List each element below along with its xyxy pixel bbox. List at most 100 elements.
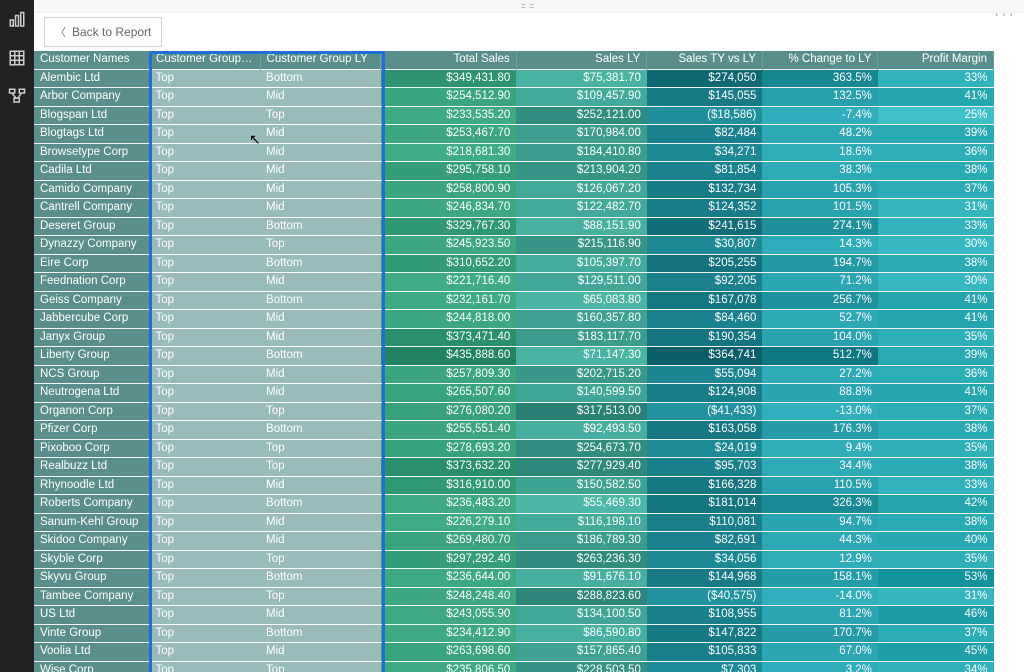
canvas-grab-handle[interactable]: == (34, 0, 1024, 13)
table-row[interactable]: Blogspan LtdTopTop$233,535.20$252,121.00… (34, 106, 994, 125)
col-header[interactable]: Sales TY vs LY (647, 51, 763, 69)
cell: 105.3% (762, 180, 878, 199)
cell: Tambee Company (34, 587, 150, 606)
cell: $184,410.80 (516, 143, 647, 162)
col-header[interactable]: Sales LY (516, 51, 647, 69)
cell: 132.5% (762, 88, 878, 107)
cell: 363.5% (762, 69, 878, 88)
cell: Top (150, 199, 261, 218)
cell: Top (150, 143, 261, 162)
table-row[interactable]: Tambee CompanyTopTop$248,248.40$288,823.… (34, 587, 994, 606)
data-view-icon[interactable] (5, 46, 29, 70)
table-row[interactable]: Cadila LtdTopMid$295,758.10$213,904.20$8… (34, 162, 994, 181)
table-row[interactable]: Skidoo CompanyTopMid$269,480.70$186,789.… (34, 532, 994, 551)
table-row[interactable]: NCS GroupTopMid$257,809.30$202,715.20$55… (34, 365, 994, 384)
table-row[interactable]: Janyx GroupTopMid$373,471.40$183,117.70$… (34, 328, 994, 347)
cell: $122,482.70 (516, 199, 647, 218)
table-row[interactable]: Feednation CorpTopMid$221,716.40$129,511… (34, 273, 994, 292)
cell: 88.8% (762, 384, 878, 403)
cell: Mid (260, 273, 381, 292)
report-view-icon[interactable] (5, 8, 29, 32)
cell: 35% (878, 550, 994, 569)
cell: Neutrogena Ltd (34, 384, 150, 403)
cell: $241,615 (647, 217, 763, 236)
cell: Bottom (260, 421, 381, 440)
cell: $95,703 (647, 458, 763, 477)
cell: 31% (878, 199, 994, 218)
cell: 39% (878, 347, 994, 366)
cell: $277,929.40 (516, 458, 647, 477)
visual-more-options-icon[interactable]: ··· (994, 6, 1016, 24)
col-header[interactable]: Customer Group TY (150, 51, 261, 69)
table-row[interactable]: Blogtags LtdTopMid$253,467.70$170,984.00… (34, 125, 994, 144)
cell: 38% (878, 421, 994, 440)
cell: Top (150, 217, 261, 236)
table-row[interactable]: Geiss CompanyTopBottom$232,161.70$65,083… (34, 291, 994, 310)
cell: -13.0% (762, 402, 878, 421)
col-header[interactable]: Customer Names (34, 51, 150, 69)
table-row[interactable]: Pixoboo CorpTopTop$278,693.20$254,673.70… (34, 439, 994, 458)
table-row[interactable]: Skyble CorpTopTop$297,292.40$263,236.30$… (34, 550, 994, 569)
cell: 42% (878, 495, 994, 514)
cell: Mid (260, 476, 381, 495)
cell: Top (260, 550, 381, 569)
cell: Mid (260, 143, 381, 162)
table-row[interactable]: Rhynoodle LtdTopMid$316,910.00$150,582.5… (34, 476, 994, 495)
table-row[interactable]: Browsetype CorpTopMid$218,681.30$184,410… (34, 143, 994, 162)
table-row[interactable]: Roberts CompanyTopBottom$236,483.20$55,4… (34, 495, 994, 514)
model-view-icon[interactable] (5, 84, 29, 108)
cell: $255,551.40 (381, 421, 517, 440)
cell: $257,809.30 (381, 365, 517, 384)
cell: Mid (260, 606, 381, 625)
cell: 35% (878, 328, 994, 347)
cell: ($41,433) (647, 402, 763, 421)
table-row[interactable]: Wise CorpTopTop$235,806.50$228,503.50$7,… (34, 661, 994, 672)
table-row[interactable]: Skyvu GroupTopBottom$236,644.00$91,676.1… (34, 569, 994, 588)
table-row[interactable]: Eire CorpTopBottom$310,652.20$105,397.70… (34, 254, 994, 273)
cell: 67.0% (762, 643, 878, 662)
table-row[interactable]: Jabbercube CorpTopMid$244,818.00$160,357… (34, 310, 994, 329)
cell: Top (150, 606, 261, 625)
cell: $349,431.80 (381, 69, 517, 88)
cell: $190,354 (647, 328, 763, 347)
cell: $92,493.50 (516, 421, 647, 440)
back-to-report-button[interactable]: 〈 Back to Report (44, 17, 162, 47)
table-row[interactable]: Neutrogena LtdTopMid$265,507.60$140,599.… (34, 384, 994, 403)
cell: Arbor Company (34, 88, 150, 107)
cell: Liberty Group (34, 347, 150, 366)
customer-table[interactable]: Customer NamesCustomer Group TYCustomer … (34, 51, 994, 672)
cell: $295,758.10 (381, 162, 517, 181)
cell: NCS Group (34, 365, 150, 384)
table-row[interactable]: Pfizer CorpTopBottom$255,551.40$92,493.5… (34, 421, 994, 440)
table-row[interactable]: Organon CorpTopTop$276,080.20$317,513.00… (34, 402, 994, 421)
cell: 37% (878, 402, 994, 421)
cell: Mid (260, 310, 381, 329)
table-row[interactable]: Voolia LtdTopMid$263,698.60$157,865.40$1… (34, 643, 994, 662)
cell: Feednation Corp (34, 273, 150, 292)
table-row[interactable]: Realbuzz LtdTopTop$373,632.20$277,929.40… (34, 458, 994, 477)
cell: $84,460 (647, 310, 763, 329)
cell: $34,271 (647, 143, 763, 162)
cell: $243,055.90 (381, 606, 517, 625)
table-row[interactable]: US LtdTopMid$243,055.90$134,100.50$108,9… (34, 606, 994, 625)
table-row[interactable]: Liberty GroupTopBottom$435,888.60$71,147… (34, 347, 994, 366)
col-header[interactable]: % Change to LY (762, 51, 878, 69)
col-header[interactable]: Profit Margin (878, 51, 994, 69)
table-row[interactable]: Sanum-Kehl GroupTopMid$226,279.10$116,19… (34, 513, 994, 532)
col-header[interactable]: Total Sales (381, 51, 517, 69)
table-row[interactable]: Cantrell CompanyTopMid$246,834.70$122,48… (34, 199, 994, 218)
table-row[interactable]: Deseret GroupTopBottom$329,767.30$88,151… (34, 217, 994, 236)
cell: $258,800.90 (381, 180, 517, 199)
cell: $265,507.60 (381, 384, 517, 403)
cell: Eire Corp (34, 254, 150, 273)
table-row[interactable]: Arbor CompanyTopMid$254,512.90$109,457.9… (34, 88, 994, 107)
table-row[interactable]: Dynazzy CompanyTopTop$245,923.50$215,116… (34, 236, 994, 255)
cell: $236,644.00 (381, 569, 517, 588)
table-row[interactable]: Vinte GroupTopBottom$234,412.90$86,590.8… (34, 624, 994, 643)
table-row[interactable]: Alembic LtdTopBottom$349,431.80$75,381.7… (34, 69, 994, 88)
cell: $228,503.50 (516, 661, 647, 672)
cell: 170.7% (762, 624, 878, 643)
cell: 30% (878, 273, 994, 292)
table-row[interactable]: Camido CompanyTopMid$258,800.90$126,067.… (34, 180, 994, 199)
col-header[interactable]: Customer Group LY (260, 51, 381, 69)
